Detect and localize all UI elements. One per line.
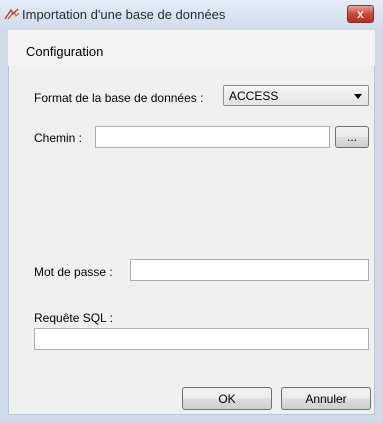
dialog-window: Importation d'une base de données x Conf… [0, 0, 383, 423]
ok-button[interactable]: OK [182, 387, 272, 410]
password-input[interactable] [130, 259, 369, 281]
path-label: Chemin : [34, 131, 83, 145]
password-label: Mot de passe : [34, 265, 113, 279]
section-title: Configuration [26, 44, 104, 59]
format-label: Format de la base de données : [34, 91, 204, 105]
sql-label: Requête SQL : [34, 311, 113, 325]
path-input[interactable] [95, 126, 330, 148]
close-button[interactable]: x [347, 5, 374, 23]
format-select-value: ACCESS [229, 89, 279, 103]
import-arrows-icon [4, 8, 20, 20]
sql-input[interactable] [34, 328, 369, 350]
title-bar[interactable]: Importation d'une base de données x [0, 0, 383, 30]
chevron-down-icon [354, 94, 362, 99]
cancel-button[interactable]: Annuler [281, 387, 371, 410]
format-select[interactable]: ACCESS [223, 85, 369, 106]
browse-button[interactable]: ... [335, 126, 369, 148]
window-title: Importation d'une base de données [22, 7, 226, 22]
